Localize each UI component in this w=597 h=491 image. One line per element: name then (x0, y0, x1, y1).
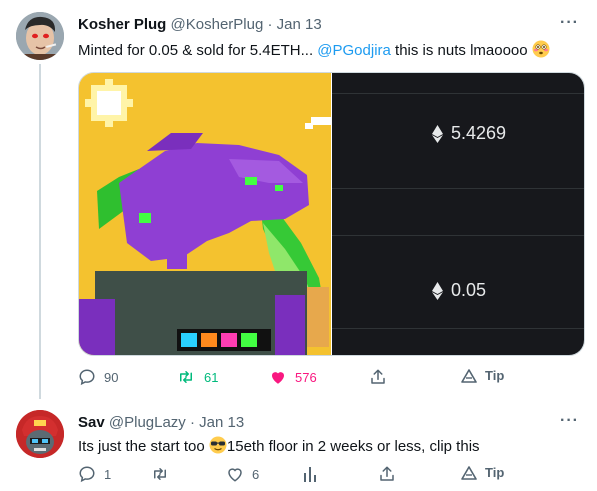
sunglasses-face-emoji (209, 436, 227, 458)
tweet-text-prefix: Minted for 0.05 & sold for 5.4ETH... (78, 42, 318, 59)
tweet-header: Sav @PlugLazy · Jan 13 (78, 414, 244, 431)
reply-icon (79, 369, 95, 386)
tweet-text: Its just the start too 15eth floor in 2 … (78, 436, 480, 458)
separator-dot: · (189, 414, 195, 431)
more-options-icon[interactable]: ··· (560, 14, 579, 32)
reply-icon (79, 466, 95, 483)
share-button[interactable] (369, 368, 387, 386)
ethereum-icon (432, 124, 443, 143)
tip-icon (461, 465, 477, 480)
flushed-face-emoji (532, 40, 550, 62)
retweet-button[interactable]: 61 (176, 368, 218, 386)
tip-button[interactable]: Tip (461, 368, 504, 383)
tweet-text: Minted for 0.05 & sold for 5.4ETH... @PG… (78, 40, 550, 62)
mention-link[interactable]: @PGodjira (317, 42, 391, 59)
ethereum-icon (432, 281, 443, 300)
avatar[interactable] (16, 12, 64, 60)
tweet-text-prefix: Its just the start too (78, 438, 209, 455)
retweet-icon (180, 371, 192, 383)
divider-line (332, 235, 584, 236)
share-icon (371, 369, 385, 384)
display-name[interactable]: Kosher Plug (78, 16, 166, 33)
retweet-count: 61 (204, 369, 219, 385)
divider-line (332, 93, 584, 94)
sale-price: 5.4269 (432, 123, 506, 144)
more-options-icon[interactable]: ··· (560, 412, 579, 430)
user-handle[interactable]: @KosherPlug (171, 16, 264, 33)
tweet-text-suffix: 15eth floor in 2 weeks or less, clip thi… (226, 438, 480, 455)
share-button[interactable] (378, 465, 396, 483)
like-count: 576 (295, 369, 317, 385)
heart-icon (272, 372, 284, 384)
tweet-timestamp[interactable]: Jan 13 (199, 414, 244, 431)
tweet-media[interactable]: 5.4269 0.05 (78, 72, 585, 356)
like-count: 6 (252, 466, 260, 482)
like-button[interactable]: 576 (269, 368, 317, 386)
sale-price-value: 5.4269 (451, 123, 507, 143)
tip-label: Tip (485, 465, 505, 480)
heart-icon (228, 468, 242, 482)
retweet-button[interactable] (150, 465, 178, 483)
analytics-button[interactable] (302, 465, 318, 483)
display-name[interactable]: Sav (78, 414, 105, 431)
tweet-text-suffix: this is nuts lmaoooo (390, 42, 528, 59)
reply-button[interactable]: 1 (78, 465, 111, 483)
analytics-icon (304, 467, 316, 482)
divider-line (332, 188, 584, 189)
share-icon (380, 466, 394, 481)
user-handle[interactable]: @PlugLazy (109, 414, 186, 431)
divider-line (332, 328, 584, 329)
reply-count: 1 (104, 466, 112, 482)
pixel-godzilla-nft-image[interactable] (79, 73, 331, 355)
reply-button[interactable]: 90 (78, 368, 118, 386)
tip-icon (461, 368, 477, 383)
price-history-image[interactable]: 5.4269 0.05 (332, 73, 584, 355)
tweet-header: Kosher Plug @KosherPlug · Jan 13 (78, 16, 322, 33)
tip-label: Tip (485, 368, 505, 383)
thread-connector-line (39, 64, 41, 399)
mint-price: 0.05 (432, 280, 486, 301)
reply-count: 90 (104, 369, 119, 385)
avatar[interactable] (16, 410, 64, 458)
tip-button[interactable]: Tip (461, 465, 504, 480)
retweet-icon (154, 468, 166, 480)
separator-dot: · (267, 16, 273, 33)
mint-price-value: 0.05 (451, 280, 487, 300)
tweet-timestamp[interactable]: Jan 13 (277, 16, 322, 33)
like-button[interactable]: 6 (226, 465, 259, 483)
